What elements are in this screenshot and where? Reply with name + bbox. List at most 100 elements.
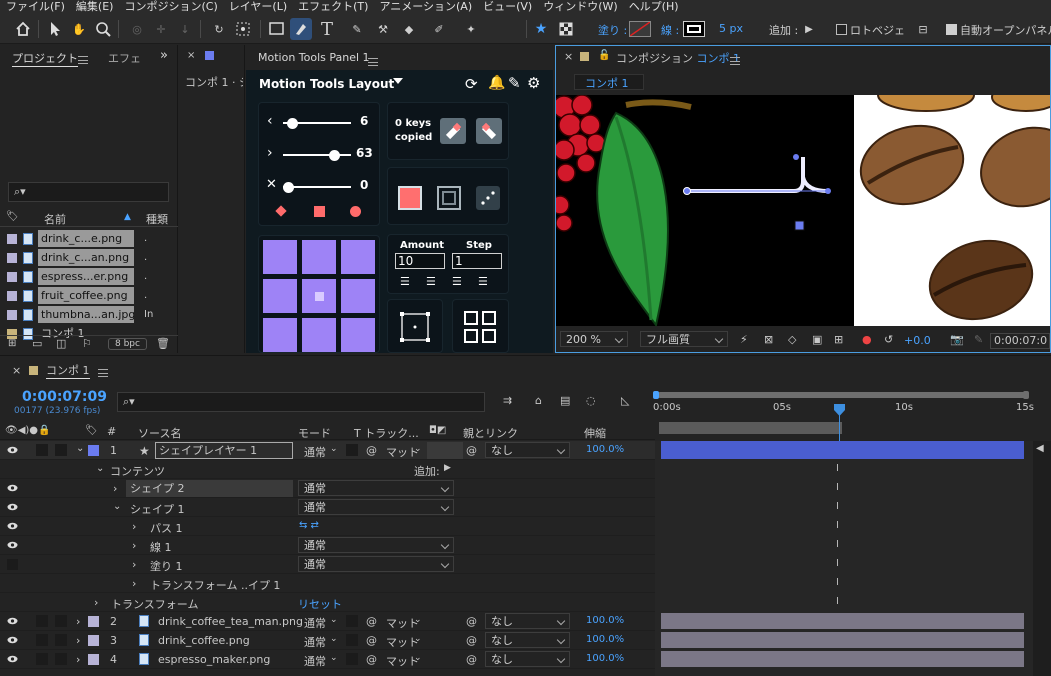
- pan-tool-icon[interactable]: ✛: [150, 18, 172, 40]
- shape-1-row[interactable]: ⌄ シェイプ 1 通常: [0, 498, 655, 517]
- project-item[interactable]: drink_c...an.png.: [2, 248, 168, 267]
- roto-brush-icon[interactable]: ✐: [428, 18, 450, 40]
- interpret-footage-icon[interactable]: ⊞: [8, 338, 16, 349]
- timeline-tab[interactable]: コンポ 1: [46, 362, 90, 379]
- path-1-name[interactable]: パス 1: [150, 520, 183, 536]
- layer-row-4[interactable]: › 4 espresso_maker.png 通常 ⌄ @ マット ⌄ @ なし 100.0%: [0, 650, 655, 669]
- chevron-right-icon[interactable]: ›: [113, 482, 117, 495]
- brush-tool-icon[interactable]: ✎: [346, 18, 368, 40]
- anchor-cell-center[interactable]: [302, 279, 336, 313]
- comp-tab-label[interactable]: コンポ 1 · シ: [185, 74, 243, 90]
- parent-dropdown[interactable]: なし: [485, 613, 570, 629]
- skew-right-icon[interactable]: ☰: [478, 275, 488, 288]
- layer-row-3[interactable]: › 3 drink_coffee.png 通常 ⌄ @ マット ⌄ @ なし 100.0%: [0, 631, 655, 650]
- clone-stamp-icon[interactable]: ⚒: [372, 18, 394, 40]
- label-swatch[interactable]: [7, 290, 17, 301]
- chevron-down-icon[interactable]: ⌄: [96, 463, 104, 474]
- label-swatch[interactable]: [7, 309, 17, 320]
- menu-window[interactable]: ウィンドウ(W): [543, 0, 617, 14]
- stroke-swatch[interactable]: [683, 21, 705, 37]
- viewer-timecode[interactable]: 0:00:07:0: [990, 333, 1050, 349]
- lock-toggle[interactable]: [55, 653, 67, 665]
- menu-effect[interactable]: エフェクト(T): [298, 0, 368, 14]
- anchor-cell-bottom[interactable]: [302, 318, 336, 352]
- quality-dropdown[interactable]: フル画質: [640, 331, 728, 347]
- label-swatch[interactable]: [7, 271, 17, 282]
- lock-toggle[interactable]: [55, 444, 67, 456]
- motion-blur-icon[interactable]: ◌: [586, 394, 596, 407]
- motion-tools-menu-icon[interactable]: [368, 55, 378, 68]
- guides-icon[interactable]: ⊞: [834, 333, 843, 346]
- amount-input[interactable]: 10: [395, 253, 445, 269]
- menu-help[interactable]: ヘルプ(H): [629, 0, 679, 14]
- slider-3-knob[interactable]: [283, 182, 294, 193]
- pickwhip-icon[interactable]: @: [466, 444, 477, 457]
- col-parent[interactable]: 親とリンク: [463, 425, 518, 441]
- skew-left-icon[interactable]: ☰: [452, 275, 462, 288]
- slider-1-value[interactable]: 6: [360, 114, 368, 128]
- comp-panel-title[interactable]: コンポジション コンポ 1: [616, 50, 740, 66]
- close-icon[interactable]: ×: [187, 50, 195, 61]
- path-direction-icon[interactable]: ⇆ ⇄: [299, 520, 319, 531]
- lock-icon[interactable]: 🔓: [598, 50, 610, 61]
- lock-toggle[interactable]: [55, 634, 67, 646]
- rectangle-tool-icon[interactable]: [266, 18, 288, 40]
- path-points-button[interactable]: [476, 186, 500, 210]
- time-ruler[interactable]: 0:00s 05s 10s 15s: [653, 391, 1034, 440]
- region-icon[interactable]: ▣: [812, 333, 822, 346]
- stroke-width-value[interactable]: 5 px: [719, 22, 743, 35]
- eraser-tool-icon[interactable]: ◆: [398, 18, 420, 40]
- hand-tool-icon[interactable]: ✋: [68, 18, 90, 40]
- new-comp-icon[interactable]: ◫: [56, 337, 66, 350]
- rotate-tool-icon[interactable]: ↻: [208, 18, 230, 40]
- layer-color-label[interactable]: [88, 654, 99, 665]
- visibility-eye-icon[interactable]: [7, 503, 18, 511]
- slider-3-value[interactable]: 0: [360, 178, 368, 192]
- layer-end-icon[interactable]: ◀: [1036, 443, 1044, 454]
- menu-file[interactable]: ファイル(F): [6, 0, 65, 14]
- refresh-icon[interactable]: ⟳: [465, 75, 478, 93]
- selection-tool-icon[interactable]: [44, 18, 66, 40]
- stroke-shape-button[interactable]: [437, 186, 461, 210]
- grid-layout-tool[interactable]: [452, 299, 509, 353]
- layer-name[interactable]: drink_coffee.png: [158, 634, 250, 647]
- lock-toggle[interactable]: [55, 615, 67, 627]
- comp-flow-tab[interactable]: コンポ 1: [574, 74, 644, 90]
- layer-1-bar[interactable]: [661, 441, 1024, 459]
- pickwhip-icon[interactable]: @: [466, 615, 477, 628]
- anchor-cell-top-left[interactable]: [263, 240, 297, 274]
- transparency-grid-icon[interactable]: [555, 18, 577, 40]
- fill-shape-button[interactable]: [398, 186, 422, 210]
- parent-dropdown[interactable]: なし: [485, 442, 570, 458]
- stretch-value[interactable]: 100.0%: [586, 444, 624, 455]
- fill-1-row[interactable]: › 塗り 1 通常: [0, 555, 655, 574]
- comp-menu-icon[interactable]: [730, 54, 740, 67]
- home-icon[interactable]: [12, 18, 34, 40]
- stretch-value[interactable]: 100.0%: [586, 615, 624, 626]
- add-contents-label[interactable]: 追加:: [414, 463, 440, 479]
- chevron-right-icon[interactable]: ›: [94, 596, 98, 609]
- visibility-eye-icon[interactable]: [7, 541, 18, 549]
- anchor-cell-top[interactable]: [302, 240, 336, 274]
- align-right-icon[interactable]: ☰: [426, 275, 436, 288]
- visibility-eye-icon[interactable]: [7, 522, 18, 530]
- visibility-off-toggle[interactable]: [7, 559, 18, 570]
- layer-4-bar[interactable]: [661, 651, 1024, 667]
- project-item[interactable]: thumbna...an.jpg In: [2, 305, 168, 324]
- chevron-right-icon[interactable]: ›: [132, 577, 136, 590]
- timeline-scrollbar[interactable]: ◀: [1033, 441, 1051, 676]
- color-channels-icon[interactable]: ●: [862, 333, 872, 346]
- layer-color-label[interactable]: [88, 616, 99, 627]
- chevron-right-icon[interactable]: ›: [76, 653, 80, 666]
- label-swatch[interactable]: [7, 252, 17, 263]
- slider-1-knob[interactable]: [287, 118, 298, 129]
- anchor-cell-right[interactable]: [341, 279, 375, 313]
- timeline-track-area[interactable]: I I I I I I I I: [655, 441, 1033, 676]
- graph-editor-icon[interactable]: ◺: [621, 394, 629, 407]
- project-item[interactable]: fruit_coffee.png.: [2, 286, 168, 305]
- new-folder-icon[interactable]: ▭: [32, 337, 42, 350]
- layout-title[interactable]: Motion Tools Layout: [259, 77, 394, 91]
- label-swatch[interactable]: [7, 233, 17, 244]
- shape-1-mode[interactable]: 通常: [298, 499, 454, 515]
- transform-label[interactable]: トランスフォーム: [111, 596, 198, 612]
